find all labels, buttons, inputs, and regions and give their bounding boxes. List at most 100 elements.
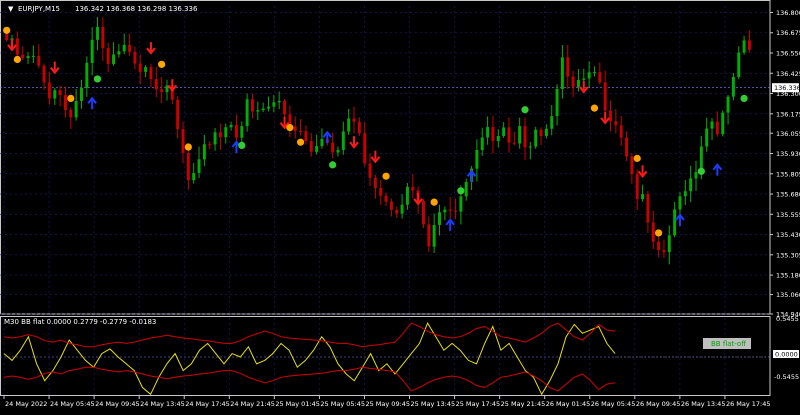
bear-candle — [47, 82, 51, 99]
bull-candle — [587, 72, 591, 79]
orange-dot-icon — [13, 55, 21, 64]
bear-candle — [101, 26, 105, 49]
bull-candle — [673, 209, 677, 236]
bull-candle — [122, 44, 126, 52]
bull-candle — [224, 127, 228, 138]
bear-candle — [186, 152, 190, 181]
bull-candle — [475, 150, 479, 169]
bull-candle — [347, 118, 351, 132]
bear-candle — [251, 99, 254, 112]
green-dot-icon — [238, 141, 246, 150]
bull-candle — [245, 99, 249, 127]
bull-candle — [667, 235, 671, 253]
price-tick-label: 136.675 — [776, 29, 800, 37]
bear-candle — [331, 142, 335, 153]
price-tick-label: 135.180 — [776, 272, 800, 280]
price-tick-label: 135.060 — [776, 291, 800, 299]
bull-candle — [229, 124, 233, 128]
bear-candle — [395, 209, 399, 214]
orange-dot-icon — [67, 94, 75, 102]
time-tick-label: 25 May 21:45 — [501, 400, 546, 408]
bull-candle — [85, 62, 89, 88]
bull-candle — [443, 209, 447, 213]
bull-candle — [459, 196, 463, 212]
bear-candle — [373, 177, 377, 189]
bear-candle — [357, 121, 361, 134]
bull-candle — [550, 116, 554, 129]
bull-candle — [405, 186, 409, 205]
bull-candle — [256, 110, 260, 112]
chart-canvas[interactable]: ▼ EURJPY,M15 136.342 136.368 136.298 136… — [0, 0, 800, 411]
bull-candle — [518, 126, 522, 144]
bear-candle — [389, 201, 393, 210]
bull-candle — [705, 128, 709, 147]
time-tick-label: 25 May 17:45 — [456, 400, 501, 408]
bear-candle — [566, 57, 570, 77]
price-tick-label: 136.800 — [776, 9, 800, 17]
time-tick-label: 26 May 09:45 — [636, 400, 681, 408]
bear-candle — [635, 174, 639, 200]
bull-candle — [544, 128, 548, 136]
time-tick-label: 25 May 05:45 — [320, 400, 365, 408]
bull-candle — [192, 172, 196, 181]
price-tick-label: 135.305 — [776, 251, 800, 259]
orange-dot-icon — [590, 104, 599, 112]
bull-candle — [117, 51, 121, 55]
bull-candle — [726, 96, 730, 113]
orange-dot-icon — [633, 154, 641, 162]
bull-candle — [576, 79, 580, 87]
time-tick-label: 24 May 05:45 — [50, 400, 95, 408]
bear-candle — [37, 55, 41, 66]
bear-candle — [411, 186, 415, 191]
bear-candle — [128, 44, 132, 52]
bull-candle — [336, 149, 340, 153]
bull-candle — [341, 131, 345, 150]
bull-candle — [678, 196, 682, 210]
time-tick-label: 24 May 17:45 — [185, 400, 230, 408]
green-dot-icon — [740, 94, 748, 102]
bear-candle — [138, 63, 142, 72]
chart-window[interactable]: ▼ EURJPY,M15 136.342 136.368 136.298 136… — [0, 0, 800, 411]
time-tick-label: 26 May 01:45 — [546, 400, 591, 408]
bear-candle — [630, 156, 634, 175]
bear-candle — [21, 54, 25, 59]
bear-candle — [422, 200, 425, 225]
bear-candle — [571, 76, 575, 87]
bull-candle — [277, 100, 281, 103]
price-tick-label: 135.805 — [776, 170, 800, 178]
bull-candle — [683, 191, 687, 197]
bull-candle — [315, 146, 319, 152]
bear-candle — [218, 132, 222, 138]
bull-candle — [31, 55, 35, 57]
bull-candle — [496, 135, 500, 141]
bear-candle — [304, 131, 308, 142]
bear-candle — [747, 40, 751, 50]
orange-dot-icon — [430, 198, 438, 206]
ohlc-readout: 136.342 136.368 136.298 136.336 — [75, 5, 198, 13]
green-dot-icon — [697, 167, 705, 175]
bear-candle — [523, 126, 527, 148]
bull-candle — [400, 204, 404, 214]
bull-candle — [731, 77, 735, 97]
bull-candle — [267, 106, 270, 109]
bull-candle — [710, 121, 714, 129]
bull-candle — [144, 67, 148, 72]
bear-candle — [448, 209, 452, 211]
bear-candle — [42, 65, 46, 83]
bear-candle — [614, 121, 618, 126]
bull-candle — [112, 54, 116, 64]
bear-candle — [283, 100, 287, 115]
time-tick-label: 24 May 13:45 — [140, 400, 185, 408]
bear-candle — [208, 144, 212, 146]
green-dot-icon — [457, 187, 465, 195]
bull-candle — [26, 56, 30, 59]
menu-glyph-icon[interactable]: ▼ — [8, 5, 14, 13]
time-tick-label: 26 May 17:45 — [726, 400, 771, 408]
bull-candle — [213, 132, 217, 145]
time-tick-label: 24 May 21:45 — [230, 400, 275, 408]
bear-candle — [309, 141, 313, 152]
bull-candle — [320, 138, 324, 147]
bull-candle — [90, 39, 94, 63]
bear-candle — [384, 195, 388, 202]
time-tick-label: 25 May 09:45 — [365, 400, 410, 408]
